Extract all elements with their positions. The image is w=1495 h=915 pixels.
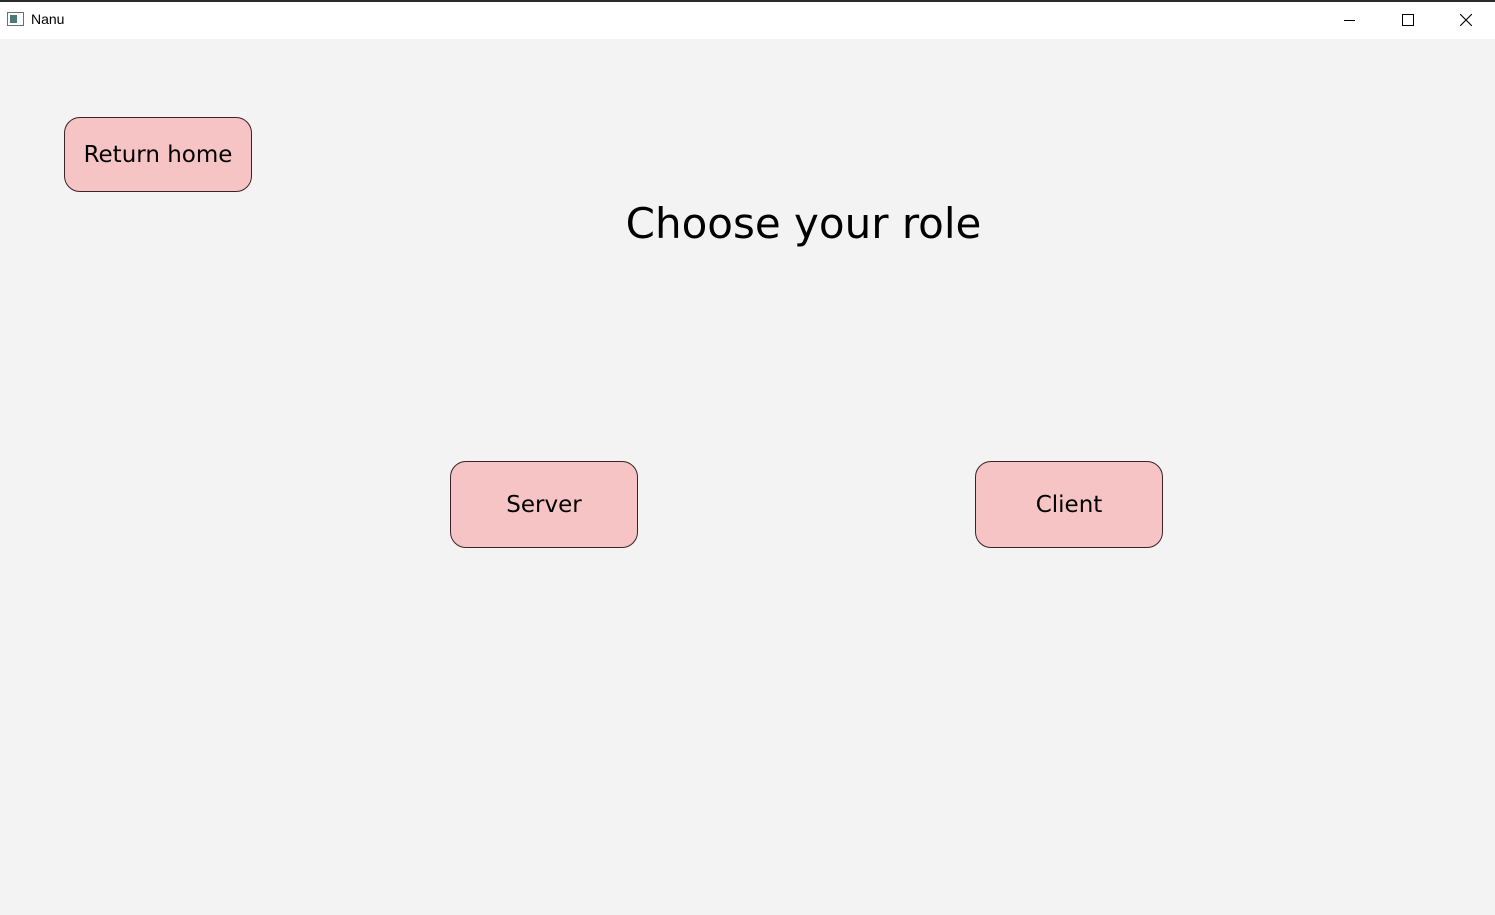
window-title: Nanu	[31, 11, 65, 27]
title-bar[interactable]: Nanu	[0, 2, 1495, 39]
maximize-icon	[1402, 14, 1414, 26]
close-icon	[1460, 14, 1472, 26]
app-window-icon	[7, 12, 24, 26]
maximize-button[interactable]	[1379, 2, 1437, 39]
client-button[interactable]: Client	[975, 461, 1163, 548]
app-window: Nanu Return home Choose your role Server…	[0, 0, 1495, 915]
content-area: Return home Choose your role Server Clie…	[0, 39, 1495, 915]
minimize-icon	[1344, 20, 1355, 21]
close-button[interactable]	[1437, 2, 1495, 39]
return-home-button[interactable]: Return home	[64, 117, 252, 192]
minimize-button[interactable]	[1321, 2, 1379, 39]
server-button[interactable]: Server	[450, 461, 638, 548]
page-title: Choose your role	[625, 199, 982, 248]
